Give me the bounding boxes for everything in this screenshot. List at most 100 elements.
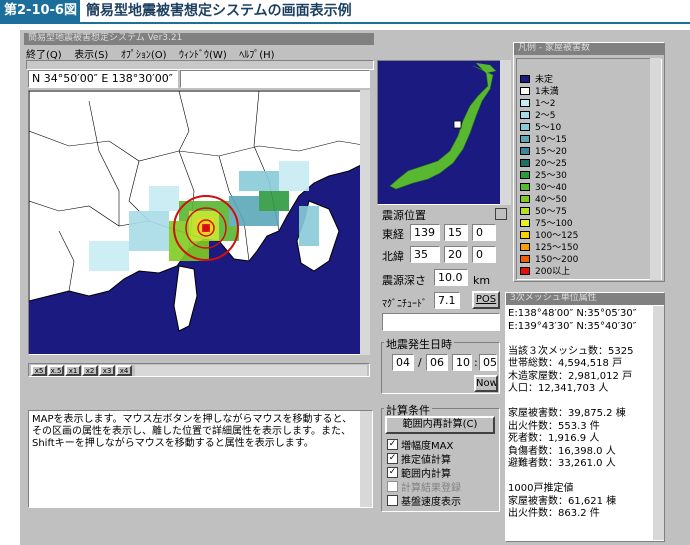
mesh-info-line: E:139°43′30″ N:35°40′30″ <box>508 320 637 332</box>
toolbar-strip <box>26 60 374 70</box>
mesh-info-line: 負傷者数：16,398.0 人 <box>508 445 616 457</box>
legend-swatch <box>520 75 530 83</box>
mesh-info-line: 家屋被害数：61,621 棟 <box>508 495 617 507</box>
legend-swatch <box>520 219 530 227</box>
magnitude-label: ﾏｸﾞﾆﾁｭｰﾄﾞ <box>382 299 427 310</box>
depth-unit: km <box>473 274 491 287</box>
legend-swatch <box>520 267 530 275</box>
zoom-button-x0-5[interactable]: x.5 <box>48 365 64 376</box>
legend-swatch <box>520 231 530 239</box>
mesh-info-line: 家屋被害数：39,875.2 棟 <box>508 408 626 419</box>
figure-title: 簡易型地震被害想定システムの画面表示例 <box>86 3 352 19</box>
zoom-button-x4[interactable]: x4 <box>116 365 132 376</box>
mesh-info-line: 避難者数：33,261.0 人 <box>508 458 616 469</box>
estimate-calc-label: 推定値計算 <box>401 455 451 466</box>
legend-item: 1未満 <box>520 86 640 97</box>
day-input[interactable]: 06 <box>426 354 448 371</box>
legend-item: 2～5 <box>520 110 640 121</box>
legend-swatch <box>520 123 530 131</box>
month-input[interactable]: 04 <box>392 354 414 371</box>
hour-input[interactable]: 10 <box>452 354 472 371</box>
legend-label: 1～2 <box>535 99 556 109</box>
legend-item: 5～10 <box>520 122 640 133</box>
menu-bar: 終了(Q) 表示(S) ｵﾌﾟｼｮﾝ(O) ｳｨﾝﾄﾞｳ(W) ﾍﾙﾌﾟ(H) <box>26 46 371 61</box>
estimate-calc-checkbox[interactable]: ✓ <box>387 453 398 464</box>
main-map[interactable] <box>28 90 370 355</box>
longitude-deg-input[interactable]: 139 <box>410 224 440 241</box>
date-separator: / <box>418 356 422 369</box>
mesh-info-line: 人口：12,341,703 人 <box>508 383 609 394</box>
legend-swatch <box>520 243 530 251</box>
save-results-checkbox <box>387 481 398 492</box>
now-button[interactable]: Now <box>474 375 498 392</box>
overview-map[interactable] <box>377 60 511 205</box>
mesh-info-titlebar: 3次メッシュ単位属性 <box>506 293 664 305</box>
window-titlebar: 簡易型地震被害想定システム Ver3.21 <box>24 33 374 45</box>
mesh-info-line: 当該３次メッシュ数：5325 <box>508 345 634 357</box>
legend-label: 25～30 <box>535 171 567 181</box>
map-horizontal-scrollbar[interactable] <box>135 365 367 376</box>
map-vertical-scrollbar[interactable] <box>360 90 370 355</box>
depth-input[interactable]: 10.0 <box>434 269 468 286</box>
legend-item: 25～30 <box>520 170 640 181</box>
legend-swatch <box>520 87 530 95</box>
legend-item: 125～150 <box>520 242 640 253</box>
mesh-info-line: 世帯総数：4,594,518 戸 <box>508 358 623 369</box>
minute-input[interactable]: 05 <box>479 354 497 371</box>
legend-item: 75～100 <box>520 218 640 229</box>
mesh-info-scrollbar[interactable] <box>653 306 664 540</box>
zoom-button-x3[interactable]: x3 <box>99 365 115 376</box>
amplification-max-checkbox[interactable]: ✓ <box>387 439 398 450</box>
legend-label: 1未満 <box>535 87 559 97</box>
zoom-button-x5[interactable]: x5 <box>31 365 47 376</box>
legend-label: 5～10 <box>535 123 562 133</box>
base-velocity-label: 基盤速度表示 <box>401 497 461 508</box>
location-name-field <box>382 313 500 331</box>
legend-swatch <box>520 111 530 119</box>
legend-item: 100～125 <box>520 230 640 241</box>
mesh-info-line: 1000戸推定値 <box>508 483 574 494</box>
legend-scrollbar[interactable] <box>650 58 661 280</box>
overview-scrollbar[interactable] <box>500 60 511 205</box>
range-calc-checkbox[interactable]: ✓ <box>387 467 398 478</box>
legend-swatch <box>520 99 530 107</box>
pos-button[interactable]: POS <box>472 291 500 309</box>
legend-swatch <box>520 171 530 179</box>
status-field <box>180 70 370 88</box>
zoom-button-x1[interactable]: x1 <box>65 365 81 376</box>
magnitude-input[interactable]: 7.1 <box>434 292 460 309</box>
heading-rule <box>0 22 690 24</box>
time-separator: : <box>474 356 478 369</box>
zoom-button-x2[interactable]: x2 <box>82 365 98 376</box>
message-scrollbar[interactable] <box>360 411 372 507</box>
base-velocity-checkbox[interactable] <box>387 495 398 506</box>
range-recalc-button[interactable]: 範囲内再計算(C) <box>385 416 495 434</box>
epicenter-title: 震源位置 <box>382 209 426 222</box>
longitude-min-input[interactable]: 15 <box>444 224 468 241</box>
legend-list: 未定 1未満 1～2 2～5 5～10 10～15 15～20 20～25 25～30 30～40… <box>520 74 640 278</box>
longitude-sec-input[interactable]: 0 <box>472 224 496 241</box>
legend-label: 150～200 <box>535 255 579 265</box>
latitude-min-input[interactable]: 20 <box>444 246 468 263</box>
datetime-title: 地震発生日時 <box>384 336 454 352</box>
japan-outline <box>389 65 494 190</box>
window-title: 簡易型地震被害想定システム Ver3.21 <box>28 33 183 43</box>
legend-swatch <box>520 159 530 167</box>
range-calc-label: 範囲内計算 <box>401 469 451 480</box>
overview-viewport-marker <box>453 120 462 129</box>
legend-label: 40～50 <box>535 195 567 205</box>
message-text: MAPを表示します。マウス左ボタンを押しながらマウスを移動すると、その区画の属性… <box>32 414 353 449</box>
legend-swatch <box>520 147 530 155</box>
mesh-info-title: 3次メッシュ単位属性 <box>510 293 597 303</box>
epicenter-pick-box[interactable] <box>495 208 507 220</box>
latitude-sec-input[interactable]: 0 <box>472 246 496 263</box>
legend-item: 40～50 <box>520 194 640 205</box>
legend-item: 1～2 <box>520 98 640 109</box>
mesh-info-line: 出火件数：553.3 件 <box>508 420 600 432</box>
latitude-deg-input[interactable]: 35 <box>410 246 440 263</box>
legend-label: 20～25 <box>535 159 567 169</box>
legend-swatch <box>520 207 530 215</box>
legend-item: 30～40 <box>520 182 640 193</box>
legend-label: 50～75 <box>535 207 567 217</box>
legend-swatch <box>520 135 530 143</box>
